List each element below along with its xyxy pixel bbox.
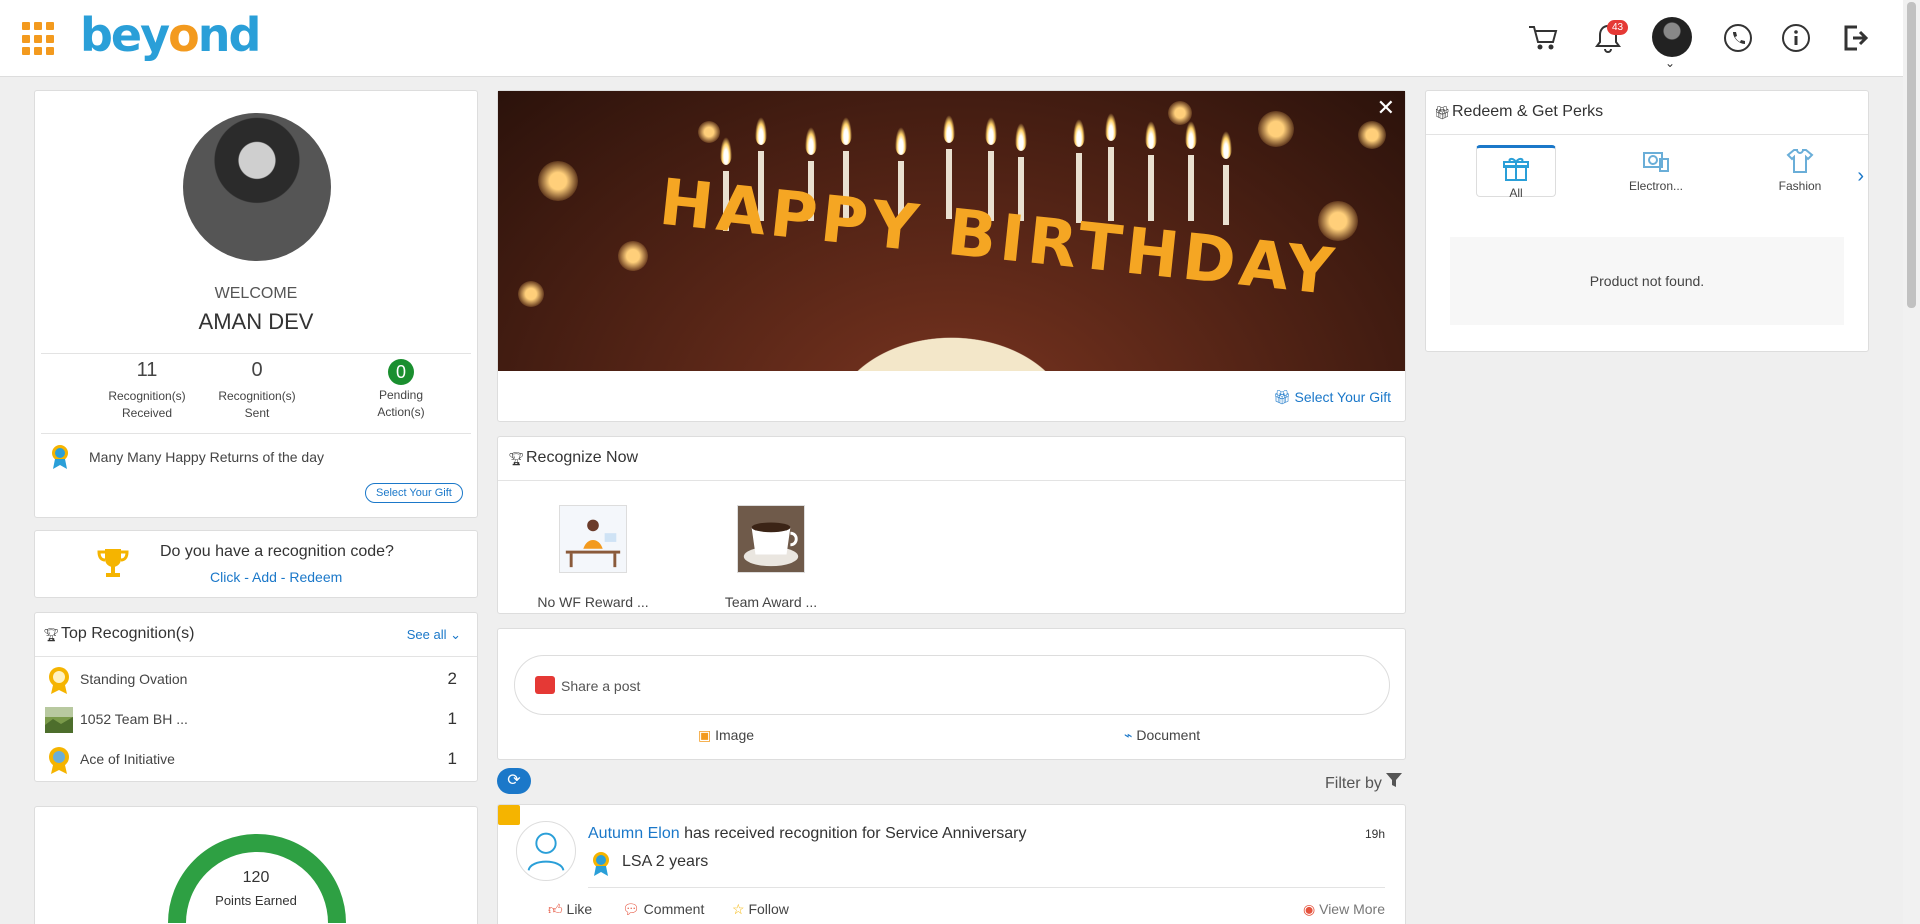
pending-count-badge: 0 <box>388 359 414 385</box>
apps-grid-icon[interactable] <box>22 22 56 56</box>
list-item[interactable]: 1052 Team BH ... 1 <box>45 703 457 737</box>
points-card: 120 Points Earned <box>34 806 478 924</box>
list-item[interactable]: Standing Ovation 2 <box>45 663 457 697</box>
team-award-image-icon <box>45 707 73 733</box>
recognition-code-question: Do you have a recognition code? <box>160 543 394 560</box>
phone-icon[interactable] <box>1720 20 1756 56</box>
notification-count-badge: 43 <box>1607 20 1629 35</box>
filter-icon <box>1386 773 1403 787</box>
top-bar: beyond 43 ⌄ <box>0 0 1920 77</box>
tab-fashion[interactable]: Fashion <box>1760 147 1840 193</box>
cart-icon[interactable] <box>1525 20 1561 56</box>
electronics-icon <box>1642 147 1670 175</box>
birthday-banner-image: HAPPY BIRTHDAY ✕ <box>498 91 1405 371</box>
logo[interactable]: beyond <box>80 8 261 62</box>
feed-item: Autumn Elon has received recognition for… <box>497 804 1406 924</box>
feed-timestamp: 19h <box>1364 827 1385 841</box>
medal-icon <box>52 445 68 469</box>
coffee-cup-image-icon <box>737 505 805 573</box>
stat-sent[interactable]: 0 Recognition(s) Sent <box>187 359 327 422</box>
feed-headline: Autumn Elon has received recognition for… <box>588 825 1027 842</box>
trophy-corner-icon <box>498 805 520 825</box>
paperclip-icon: ⌁ <box>1124 727 1133 743</box>
standing-ovation-badge-icon <box>49 667 69 694</box>
banner-select-gift-link[interactable]: 🎁︎ Select Your Gift <box>1273 389 1391 406</box>
image-icon: ▣ <box>698 727 712 743</box>
user-name: AMAN DEV <box>198 309 314 334</box>
select-gift-button[interactable]: Select Your Gift <box>365 483 463 503</box>
user-placeholder-avatar[interactable] <box>516 821 576 881</box>
gift-box-icon <box>1502 154 1530 182</box>
feed-award-name: LSA 2 years <box>622 853 709 870</box>
list-item[interactable]: Ace of Initiative 1 <box>45 743 457 777</box>
top-recognitions-title: Top Recognition(s) <box>61 625 195 642</box>
attach-document-button[interactable]: ⌁ Document <box>1124 727 1200 744</box>
profile-photo <box>183 113 331 261</box>
tab-all[interactable]: All <box>1476 145 1556 200</box>
meditation-illustration-icon <box>559 505 627 573</box>
tab-electronics[interactable]: Electron... <box>1616 147 1696 193</box>
share-post-card: Share a post ▣ Image ⌁ Document <box>497 628 1406 760</box>
stat-pending[interactable]: 0 Pending Action(s) <box>331 359 471 421</box>
points-label: Points Earned <box>215 893 297 908</box>
gift-icon: 🎁︎ <box>1434 105 1451 120</box>
trophy-icon <box>97 549 129 577</box>
empty-products-message: Product not found. <box>1450 237 1844 325</box>
gift-icon: 🎁︎ <box>1272 389 1291 405</box>
award-card[interactable]: Team Award ... <box>701 505 841 610</box>
birthday-banner-card: HAPPY BIRTHDAY ✕ 🎁︎ Select Your Gift <box>497 90 1406 422</box>
birthday-message: Many Many Happy Returns of the day <box>89 449 325 465</box>
close-icon[interactable]: ✕ <box>1377 95 1395 121</box>
recognize-now-card: 🏆︎ Recognize Now No WF Reward ... Team A… <box>497 436 1406 614</box>
recognize-now-title: Recognize Now <box>526 449 639 466</box>
like-button[interactable]: 👍︎ Like <box>548 901 592 918</box>
logout-icon[interactable] <box>1838 20 1874 56</box>
add-redeem-link[interactable]: Click - Add - Redeem <box>210 569 342 585</box>
follow-button[interactable]: ☆ Follow <box>732 901 789 918</box>
happy-birthday-text: HAPPY BIRTHDAY <box>655 165 1341 311</box>
refresh-icon[interactable]: ⟳ <box>497 768 531 794</box>
ace-of-initiative-badge-icon <box>49 747 69 774</box>
profile-card: WELCOME AMAN DEV 11 Recognition(s) Receiv… <box>34 90 478 518</box>
points-value: 120 <box>242 869 270 886</box>
see-all-link[interactable]: See all ⌄ <box>407 627 461 643</box>
top-recognitions-card: 🏆︎ Top Recognition(s) See all ⌄ Standing… <box>34 612 478 782</box>
comment-button[interactable]: 💬︎ Comment <box>622 901 704 918</box>
shirt-icon <box>1786 147 1814 175</box>
info-icon[interactable] <box>1778 20 1814 56</box>
view-more-button[interactable]: ◉ View More <box>1303 901 1385 918</box>
filter-button[interactable]: Filter by <box>1325 772 1403 793</box>
speech-bubble-icon <box>535 676 555 694</box>
medal-icon <box>593 852 609 876</box>
perks-title: Redeem & Get Perks <box>1452 103 1604 120</box>
trophy-icon: 🏆︎ <box>508 451 525 466</box>
chevron-right-icon[interactable]: › <box>1857 165 1864 188</box>
page-scrollbar[interactable] <box>1903 0 1920 924</box>
feed-user-link[interactable]: Autumn Elon <box>588 825 680 842</box>
recognition-code-card: Do you have a recognition code? Click - … <box>34 530 478 598</box>
share-post-input[interactable]: Share a post <box>514 655 1390 715</box>
redeem-perks-card: 🎁︎ Redeem & Get Perks All Electron... Fa… <box>1425 90 1869 352</box>
chevron-down-icon[interactable]: ⌄ <box>1665 56 1675 70</box>
award-card[interactable]: No WF Reward ... <box>523 505 663 610</box>
user-avatar[interactable] <box>1652 17 1692 57</box>
trophy-icon: 🏆︎ <box>43 627 60 642</box>
attach-image-button[interactable]: ▣ Image <box>698 727 754 744</box>
welcome-label: WELCOME <box>214 285 298 302</box>
